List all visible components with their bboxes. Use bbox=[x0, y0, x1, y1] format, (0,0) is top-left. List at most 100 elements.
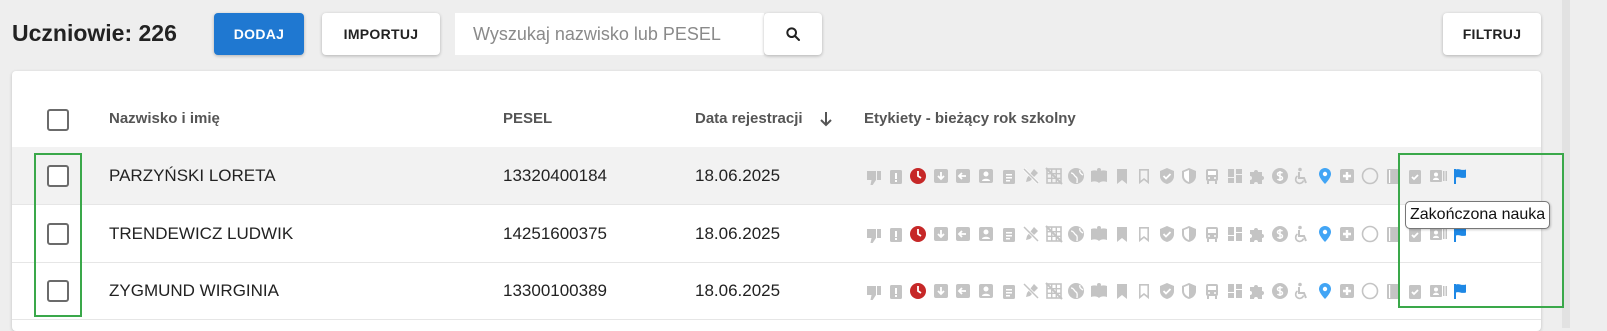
student-pesel: 14251600375 bbox=[503, 224, 608, 243]
globe-icon[interactable] bbox=[1067, 225, 1085, 243]
bookmark-outline-icon[interactable] bbox=[1135, 225, 1153, 243]
grid-off-icon[interactable] bbox=[1045, 225, 1063, 243]
clipboard-alert-icon[interactable] bbox=[887, 225, 905, 243]
account-box-icon[interactable] bbox=[977, 167, 995, 185]
clock-icon[interactable] bbox=[909, 167, 927, 185]
account-box-icon[interactable] bbox=[977, 282, 995, 300]
column-header-pesel[interactable]: PESEL bbox=[503, 110, 552, 127]
bus-icon[interactable] bbox=[1203, 282, 1221, 300]
circle-outline-icon[interactable] bbox=[1361, 225, 1379, 243]
student-name: PARZYŃSKI LORETA bbox=[109, 166, 276, 185]
pen-off-icon[interactable] bbox=[1022, 167, 1040, 185]
grid-off-icon[interactable] bbox=[1045, 282, 1063, 300]
map-marker-icon[interactable] bbox=[1316, 167, 1334, 185]
bookmark-icon[interactable] bbox=[1113, 167, 1131, 185]
clipboard-alert-icon[interactable] bbox=[887, 282, 905, 300]
bus-icon[interactable] bbox=[1203, 225, 1221, 243]
circle-outline-icon[interactable] bbox=[1361, 282, 1379, 300]
download-box-icon[interactable] bbox=[932, 167, 950, 185]
shield-check-icon[interactable] bbox=[1158, 282, 1176, 300]
map-marker-icon[interactable] bbox=[1316, 225, 1334, 243]
wheelchair-icon[interactable] bbox=[1293, 225, 1311, 243]
plus-box-icon[interactable] bbox=[1338, 225, 1356, 243]
column-header-name[interactable]: Nazwisko i imię bbox=[109, 110, 220, 127]
grid-off-icon[interactable] bbox=[1045, 167, 1063, 185]
bookmark-icon[interactable] bbox=[1113, 282, 1131, 300]
column-header-date[interactable]: Data rejestracji bbox=[695, 110, 803, 127]
label-icons bbox=[864, 164, 1474, 188]
bus-icon[interactable] bbox=[1203, 167, 1221, 185]
back-box-icon[interactable] bbox=[954, 282, 972, 300]
registration-date: 18.06.2025 bbox=[695, 281, 781, 300]
select-all-checkbox[interactable] bbox=[47, 109, 69, 131]
view-dashboard-icon[interactable] bbox=[1226, 167, 1244, 185]
thumb-down-icon[interactable] bbox=[864, 167, 882, 185]
table-row[interactable]: TRENDEWICZ LUDWIK 14251600375 18.06.2025 bbox=[12, 205, 1541, 263]
table-row[interactable]: PARZYŃSKI LORETA 13320400184 18.06.2025 bbox=[12, 147, 1541, 205]
bookmark-icon[interactable] bbox=[1113, 225, 1131, 243]
bookmark-outline-icon[interactable] bbox=[1135, 282, 1153, 300]
clipboard-text-icon[interactable] bbox=[1000, 282, 1018, 300]
label-icons bbox=[864, 279, 1474, 303]
import-button[interactable]: IMPORTUJ bbox=[322, 13, 440, 55]
globe-icon[interactable] bbox=[1067, 282, 1085, 300]
shield-half-icon[interactable] bbox=[1180, 282, 1198, 300]
book-open-icon[interactable] bbox=[1090, 282, 1108, 300]
student-pesel: 13300100389 bbox=[503, 281, 608, 300]
globe-icon[interactable] bbox=[1067, 167, 1085, 185]
clipboard-alert-icon[interactable] bbox=[887, 167, 905, 185]
sort-arrow-down-icon[interactable] bbox=[818, 110, 834, 128]
search-button[interactable] bbox=[764, 13, 822, 55]
download-box-icon[interactable] bbox=[932, 282, 950, 300]
view-dashboard-icon[interactable] bbox=[1226, 225, 1244, 243]
puzzle-icon[interactable] bbox=[1248, 225, 1266, 243]
clipboard-text-icon[interactable] bbox=[1000, 225, 1018, 243]
pen-off-icon[interactable] bbox=[1022, 282, 1040, 300]
registration-date: 18.06.2025 bbox=[695, 166, 781, 185]
students-table: Nazwisko i imię PESEL Data rejestracji E… bbox=[12, 71, 1541, 331]
clipboard-text-icon[interactable] bbox=[1000, 167, 1018, 185]
plus-box-icon[interactable] bbox=[1338, 167, 1356, 185]
icons-column-highlight bbox=[1398, 153, 1564, 308]
back-box-icon[interactable] bbox=[954, 225, 972, 243]
shield-half-icon[interactable] bbox=[1180, 225, 1198, 243]
map-marker-icon[interactable] bbox=[1316, 282, 1334, 300]
table-row[interactable]: ZYGMUND WIRGINIA 13300100389 18.06.2025 bbox=[12, 262, 1541, 320]
pen-off-icon[interactable] bbox=[1022, 225, 1040, 243]
dollar-circle-icon[interactable] bbox=[1271, 225, 1289, 243]
book-open-icon[interactable] bbox=[1090, 225, 1108, 243]
dollar-circle-icon[interactable] bbox=[1271, 282, 1289, 300]
toolbar: Uczniowie: 226 DODAJ IMPORTUJ FILTRUJ bbox=[0, 0, 1607, 70]
thumb-down-icon[interactable] bbox=[864, 225, 882, 243]
tooltip: Zakończona nauka bbox=[1405, 201, 1551, 229]
wheelchair-icon[interactable] bbox=[1293, 167, 1311, 185]
back-box-icon[interactable] bbox=[954, 167, 972, 185]
download-box-icon[interactable] bbox=[932, 225, 950, 243]
table-header: Nazwisko i imię PESEL Data rejestracji E… bbox=[12, 71, 1541, 148]
account-box-icon[interactable] bbox=[977, 225, 995, 243]
puzzle-icon[interactable] bbox=[1248, 167, 1266, 185]
search-input[interactable] bbox=[455, 13, 764, 55]
bookmark-outline-icon[interactable] bbox=[1135, 167, 1153, 185]
student-pesel: 13320400184 bbox=[503, 166, 608, 185]
student-name: ZYGMUND WIRGINIA bbox=[109, 281, 279, 300]
clock-icon[interactable] bbox=[909, 225, 927, 243]
column-header-labels: Etykiety - bieżący rok szkolny bbox=[864, 110, 1076, 127]
book-open-icon[interactable] bbox=[1090, 167, 1108, 185]
filter-button[interactable]: FILTRUJ bbox=[1443, 13, 1541, 55]
search-icon bbox=[786, 27, 800, 41]
shield-check-icon[interactable] bbox=[1158, 225, 1176, 243]
thumb-down-icon[interactable] bbox=[864, 282, 882, 300]
shield-check-icon[interactable] bbox=[1158, 167, 1176, 185]
circle-outline-icon[interactable] bbox=[1361, 167, 1379, 185]
label-icons bbox=[864, 222, 1474, 246]
clock-icon[interactable] bbox=[909, 282, 927, 300]
plus-box-icon[interactable] bbox=[1338, 282, 1356, 300]
puzzle-icon[interactable] bbox=[1248, 282, 1266, 300]
shield-half-icon[interactable] bbox=[1180, 167, 1198, 185]
page-title: Uczniowie: 226 bbox=[12, 20, 177, 46]
wheelchair-icon[interactable] bbox=[1293, 282, 1311, 300]
dollar-circle-icon[interactable] bbox=[1271, 167, 1289, 185]
add-button[interactable]: DODAJ bbox=[214, 13, 304, 55]
view-dashboard-icon[interactable] bbox=[1226, 282, 1244, 300]
